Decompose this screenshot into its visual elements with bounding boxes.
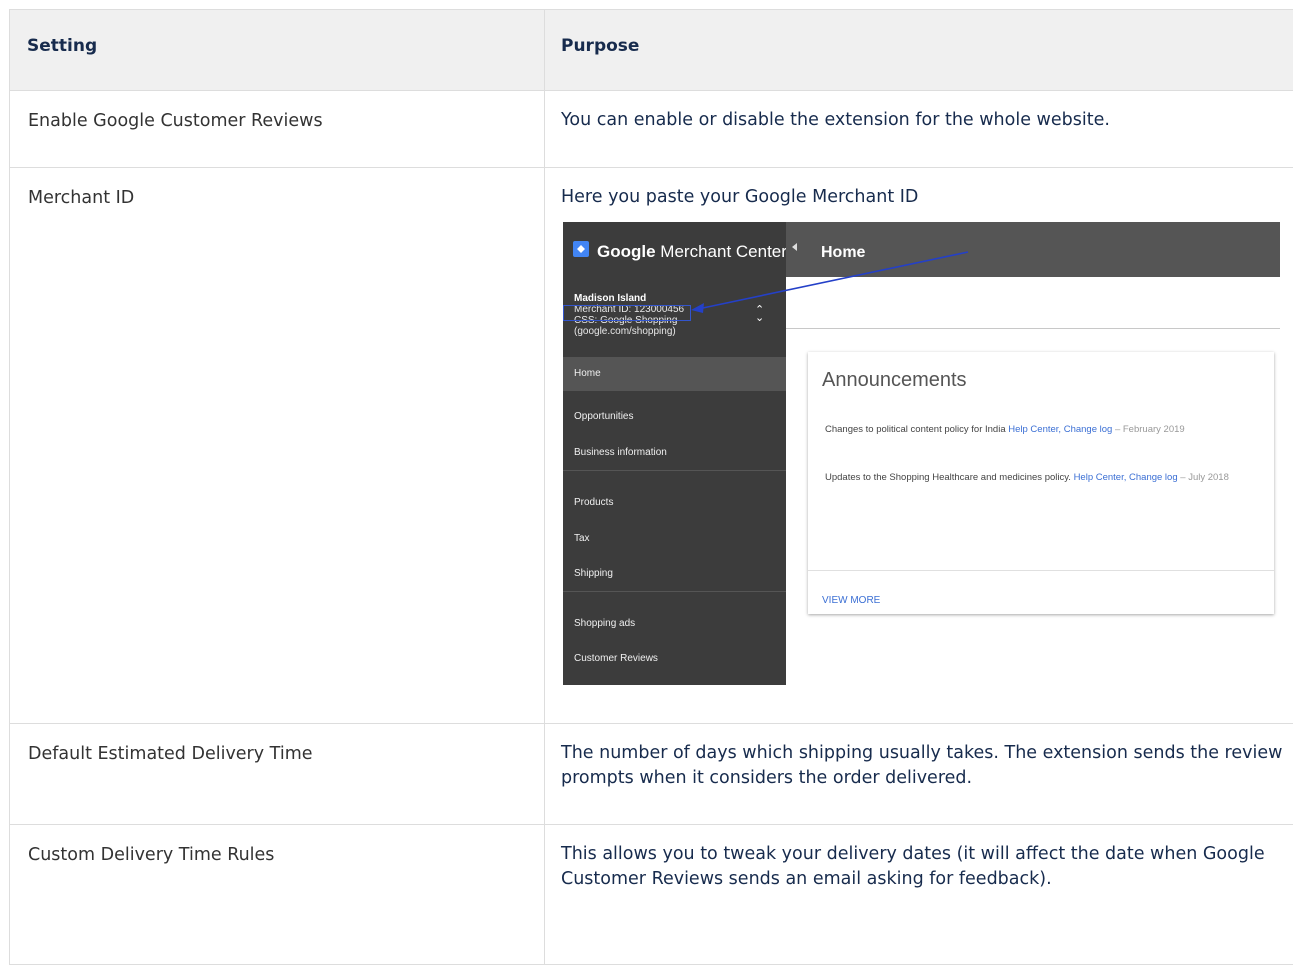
gmc-brand-bar: Google Merchant Center [563, 222, 786, 277]
nav-item-shipping: Shipping [563, 561, 786, 586]
purpose-cell: You can enable or disable the extension … [545, 91, 1293, 168]
purpose-cell: The number of days which shipping usuall… [545, 724, 1293, 825]
announcement-date: – July 2018 [1180, 472, 1229, 483]
change-log-link: Change log [1064, 424, 1113, 435]
announcements-title: Announcements [822, 368, 967, 393]
change-log-link: Change log [1129, 472, 1178, 483]
purpose-text: Here you paste your Google Merchant ID [561, 185, 1285, 210]
announcements-card: Announcements Changes to political conte… [808, 352, 1274, 614]
css-url-line: (google.com/shopping) [574, 326, 684, 337]
nav-item-opportunities: Opportunities [563, 404, 786, 429]
table-header-row: Setting Purpose [10, 10, 1293, 91]
announcement-item: Changes to political content policy for … [825, 424, 1255, 435]
merchant-center-screenshot: Google Merchant Center Home Madison Isla… [563, 222, 1280, 685]
setting-cell: Default Estimated Delivery Time [10, 724, 545, 825]
nav-item-home: Home [563, 357, 786, 391]
purpose-cell: This allows you to tweak your delivery d… [545, 825, 1293, 965]
announcement-item: Updates to the Shopping Healthcare and m… [825, 472, 1255, 483]
help-center-link: Help Center, [1008, 424, 1061, 435]
card-divider [808, 570, 1274, 571]
table-row: Enable Google Customer Reviews You can e… [10, 91, 1293, 168]
account-name: Madison Island [574, 293, 684, 304]
table-row: Custom Delivery Time Rules This allows y… [10, 825, 1293, 965]
view-more-link: VIEW MORE [822, 588, 880, 613]
purpose-cell: Here you paste your Google Merchant ID G… [545, 168, 1293, 724]
merchant-center-logo-icon [573, 241, 589, 257]
nav-item-shopping-ads: Shopping ads [563, 611, 786, 636]
nav-item-tax: Tax [563, 526, 786, 551]
table-row: Merchant ID Here you paste your Google M… [10, 168, 1293, 724]
gmc-header-strip [786, 328, 1280, 329]
gmc-page-title: Home [821, 240, 865, 265]
merchant-id-highlight-box [563, 305, 691, 321]
setting-cell: Enable Google Customer Reviews [10, 91, 545, 168]
collapse-arrow-icon [792, 243, 797, 251]
account-switcher-icon: ⌃⌄ [755, 306, 764, 322]
nav-divider [563, 470, 786, 471]
nav-divider [563, 591, 786, 592]
column-header-purpose: Purpose [545, 10, 1293, 91]
setting-cell: Custom Delivery Time Rules [10, 825, 545, 965]
settings-table: Setting Purpose Enable Google Customer R… [9, 9, 1293, 965]
nav-item-business-information: Business information [563, 440, 786, 465]
column-header-setting: Setting [10, 10, 545, 91]
nav-item-customer-reviews: Customer Reviews [563, 646, 786, 671]
nav-item-products: Products [563, 490, 786, 515]
setting-cell: Merchant ID [10, 168, 545, 724]
table-row: Default Estimated Delivery Time The numb… [10, 724, 1293, 825]
gmc-brand-name: Google Merchant Center [597, 239, 787, 264]
help-center-link: Help Center, [1074, 472, 1127, 483]
announcement-date: – February 2019 [1115, 424, 1185, 435]
